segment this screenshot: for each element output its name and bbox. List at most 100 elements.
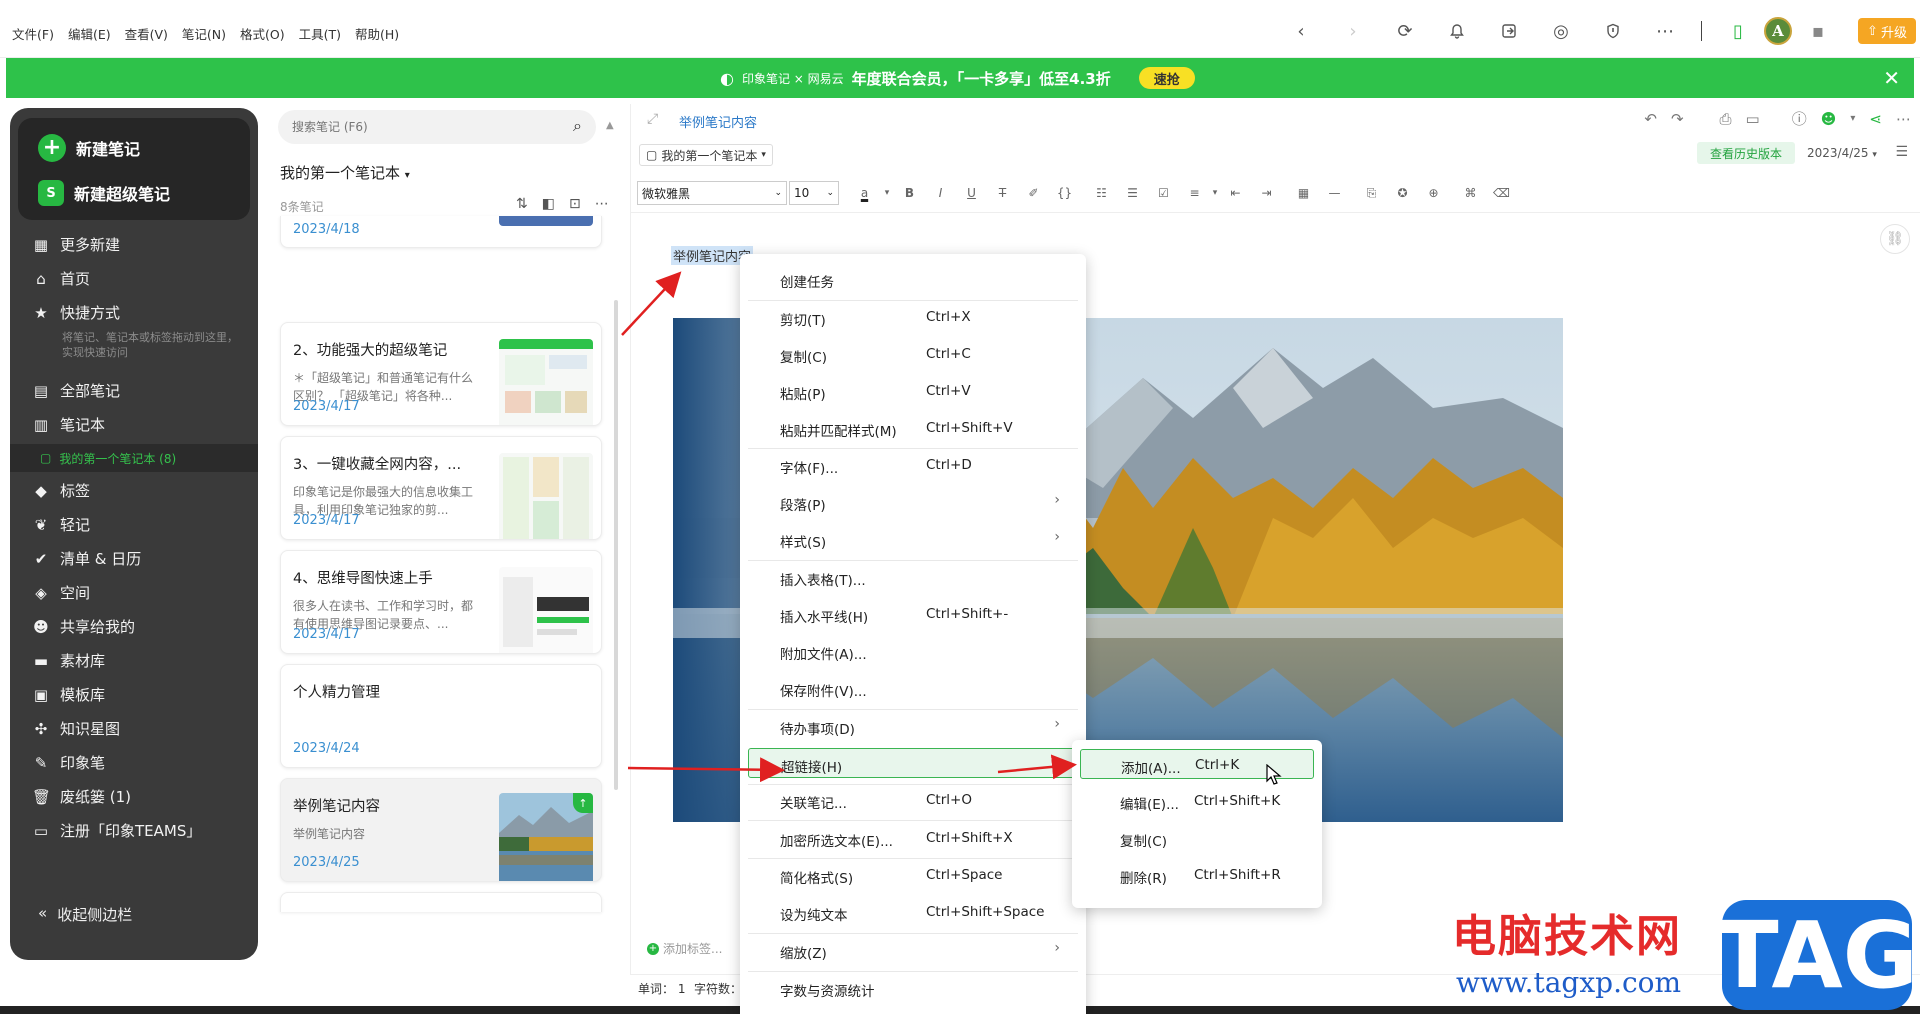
close-icon[interactable]: ✕ [1883,66,1900,90]
expand-icon[interactable]: ⤢ [647,111,658,127]
sidebar-item-my-notebook[interactable]: ▢ 我的第一个笔记本 (8) [10,444,258,472]
menu-item-simplify-format[interactable]: 简化格式(S) Ctrl+Space [748,860,1078,890]
note-card[interactable]: 4、思维导图快速上手 很多人在读书、工作和学习时，都有使用思维导图记录要点、..… [280,550,602,654]
sidebar-item-shortcuts[interactable]: ★ 快捷方式 [32,302,120,323]
note-card[interactable]: 3、一键收藏全网内容，... 印象笔记是你最强大的信息收集工具，利用印象笔记独家… [280,436,602,540]
sidebar-item-tags[interactable]: ◆ 标签 [32,480,90,501]
checklist-icon[interactable]: ☑ [1148,186,1179,200]
forward-icon[interactable]: › [1335,14,1371,48]
stamp-icon[interactable]: ✪ [1387,186,1418,200]
link-icon[interactable]: ⛓ [1880,224,1910,254]
sidebar-item-knowledge-graph[interactable]: ✣ 知识星图 [32,718,120,739]
menu-item-attach-file[interactable]: 附加文件(A)... [748,636,1078,666]
share-icon[interactable]: ⋖ [1869,110,1882,128]
undo-icon[interactable]: ↶ [1644,110,1657,128]
sidebar-item-teams[interactable]: ▭ 注册「印象TEAMS」 [32,820,201,841]
submenu-item-delete-link[interactable]: 删除(R) Ctrl+Shift+R [1080,860,1314,890]
menu-item-paste[interactable]: 粘贴(P) Ctrl+V [748,376,1078,406]
export-icon[interactable] [1491,14,1527,48]
menu-item-encrypt[interactable]: 加密所选文本(E)... Ctrl+Shift+X [748,823,1078,853]
font-family-select[interactable]: 微软雅黑 ⌄ [637,181,787,205]
view-toggle-icon[interactable]: ◧ [542,196,555,212]
search-icon[interactable]: ⌕ [573,116,582,136]
more-icon[interactable]: ⋯ [1896,110,1911,128]
menu-help[interactable]: 帮助(H) [355,24,399,43]
menu-item-cut[interactable]: 剪切(T) Ctrl+X [748,302,1078,332]
sidebar-item-more-new[interactable]: ▦ 更多新建 [32,234,120,255]
horizontal-rule-icon[interactable]: — [1319,186,1350,200]
back-icon[interactable]: ‹ [1283,14,1319,48]
command-icon[interactable]: ⌘ [1455,186,1486,200]
outdent-icon[interactable]: ⇤ [1220,186,1251,200]
sidebar-item-trash[interactable]: 🗑︎ 废纸篓 (1) [32,786,131,807]
menu-item-plain-text[interactable]: 设为纯文本 Ctrl+Shift+Space [748,897,1078,927]
add-tag-button[interactable]: + 添加标签... [647,940,722,957]
font-size-select[interactable]: 10 ⌄ [789,181,839,205]
numbered-list-icon[interactable]: ☰ [1117,186,1148,200]
menu-item-word-stats[interactable]: 字数与资源统计 [748,973,1078,1003]
menu-item-zoom[interactable]: 缩放(Z) › [748,935,1078,965]
new-super-note-button[interactable]: S 新建超级笔记 [38,180,170,206]
bold-icon[interactable]: B [894,186,925,200]
share-user-icon[interactable]: ☻ [1821,110,1837,128]
promo-banner[interactable]: ◐ 印象笔记 × 网易云 年度联合会员，「一卡多享」低至4.3折 速抢 ✕ [6,58,1914,98]
sidebar-item-shared[interactable]: ☻ 共享给我的 [32,616,135,637]
menu-format[interactable]: 格式(O) [240,24,285,43]
shield-icon[interactable] [1595,14,1631,48]
underline-icon[interactable]: U [956,186,987,200]
menu-item-link-note[interactable]: 关联笔记... Ctrl+O [748,785,1078,815]
avatar[interactable]: A [1764,17,1792,45]
more-circle-icon[interactable]: ⋯ [1647,14,1683,48]
eraser-icon[interactable]: ⌫ [1486,186,1517,200]
sidebar-item-spaces[interactable]: ◈ 空间 [32,582,90,603]
notebook-selector[interactable]: ▢ 我的第一个笔记本 ▾ [639,144,773,166]
sidebar-item-library[interactable]: ▬ 素材库 [32,650,105,671]
present-icon[interactable]: ▭ [1746,110,1760,128]
sync-icon[interactable]: ⟳ [1387,14,1423,48]
view-history-button[interactable]: 查看历史版本 [1697,142,1795,164]
phone-icon[interactable]: ▯ [1720,14,1756,48]
menu-item-paste-match-style[interactable]: 粘贴并匹配样式(M) Ctrl+Shift+V [748,413,1078,443]
lock-icon[interactable]: ⊡ [569,196,581,212]
search-box[interactable]: ⌕ [278,110,596,144]
collapse-sidebar-button[interactable]: « 收起侧边栏 [38,904,132,925]
search-input[interactable] [292,120,552,134]
chevron-down-icon[interactable]: ▾ [1850,113,1855,124]
note-card[interactable]: 个人精力管理 2023/4/24 [280,664,602,768]
note-title-link[interactable]: 举例笔记内容 [679,112,757,131]
menu-item-style[interactable]: 样式(S) › [748,524,1078,554]
sidebar-item-all-notes[interactable]: ▤ 全部笔记 [32,380,120,401]
new-note-button[interactable]: + 新建笔记 [38,134,140,162]
target-icon[interactable]: ◎ [1543,14,1579,48]
sidebar-item-quick-notes[interactable]: ❦ 轻记 [32,514,90,535]
menu-item-create-task[interactable]: 创建任务 [748,264,1078,294]
menu-item-copy[interactable]: 复制(C) Ctrl+C [748,339,1078,369]
code-icon[interactable]: {} [1049,186,1080,200]
bell-icon[interactable] [1439,14,1475,48]
note-card[interactable]: 2023/4/18 [280,216,602,248]
align-icon[interactable]: ≡ [1179,186,1210,200]
menu-item-todo[interactable]: 待办事项(D) › [748,711,1078,741]
notebook-title[interactable]: 我的第一个笔记本 ▾ [280,162,410,183]
outline-icon[interactable]: ☰ [1895,144,1908,160]
more-icon[interactable]: ⋯ [595,196,609,212]
bullet-list-icon[interactable]: ☷ [1086,186,1117,200]
collapse-up-icon[interactable]: ▲ [606,120,614,131]
chevron-down-icon[interactable]: ▾ [1210,188,1220,198]
globe-icon[interactable]: ⊕ [1418,186,1449,200]
menu-note[interactable]: 笔记(N) [182,24,226,43]
menu-view[interactable]: 查看(V) [125,24,168,43]
attachment-icon[interactable]: ⎘ [1356,186,1387,201]
note-list-scrollbar[interactable] [614,300,618,790]
sidebar-item-tasks-calendar[interactable]: ✔ 清单 & 日历 [32,548,142,569]
menu-tools[interactable]: 工具(T) [299,24,341,43]
sidebar-item-templates[interactable]: ▣ 模板库 [32,684,105,705]
menu-item-insert-table[interactable]: 插入表格(T)... [748,562,1078,592]
text-color-icon[interactable]: a [849,186,880,200]
strikethrough-icon[interactable]: T [987,186,1018,200]
menu-item-font[interactable]: 字体(F)... Ctrl+D [748,450,1078,480]
redo-icon[interactable]: ↷ [1671,110,1684,128]
note-card[interactable]: 2、功能强大的超级笔记 ＊「超级笔记」和普通笔记有什么区别？ 「超级笔记」将各种… [280,322,602,426]
submenu-item-copy-link[interactable]: 复制(C) [1080,823,1314,853]
promo-cta-button[interactable]: 速抢 [1138,67,1195,89]
